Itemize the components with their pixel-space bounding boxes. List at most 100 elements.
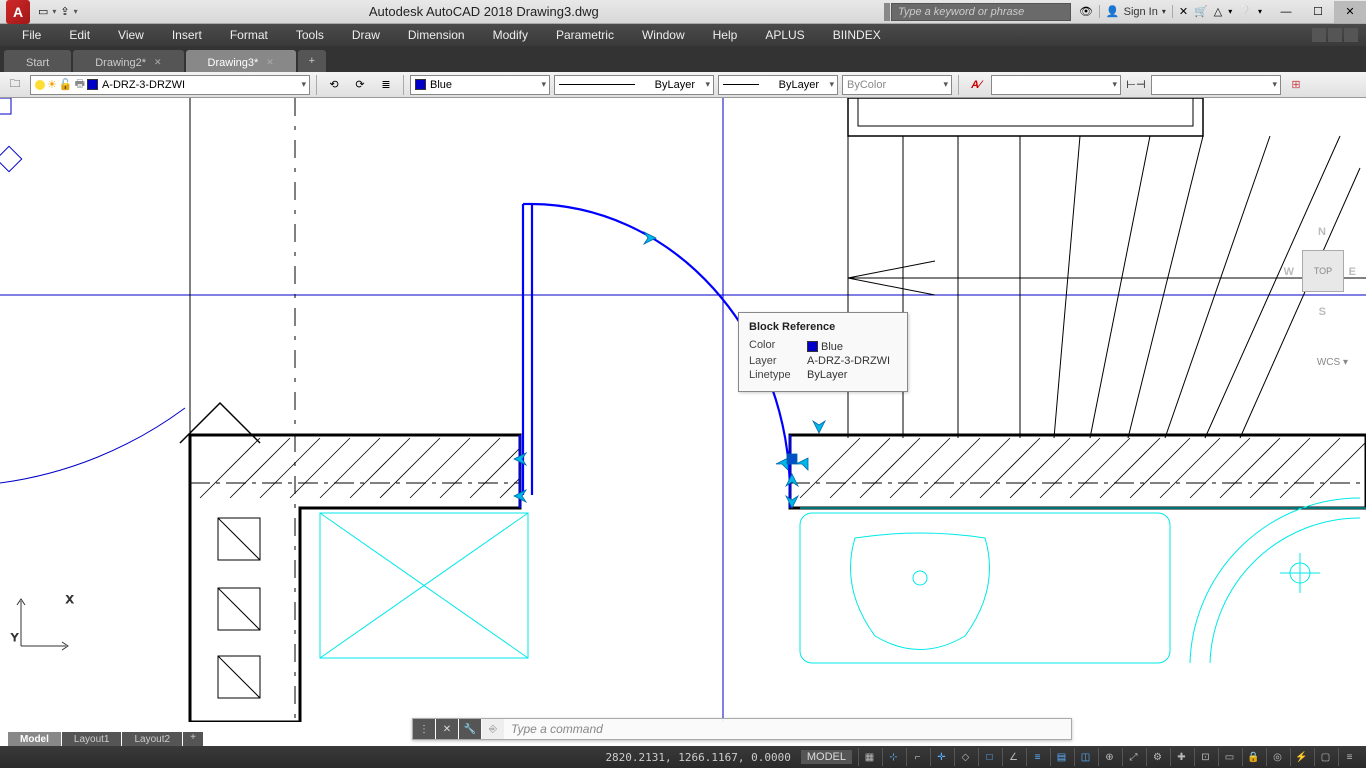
mdi-restore-icon[interactable]: [1328, 28, 1342, 42]
cleanscreen-icon[interactable]: ▢: [1314, 748, 1336, 766]
lineweight-select[interactable]: ByLayer: [718, 75, 838, 95]
workspace-icon[interactable]: ⚙: [1146, 748, 1168, 766]
color-swatch: [415, 79, 426, 90]
close-icon[interactable]: ✕: [154, 57, 162, 68]
bulb-icon: [35, 80, 45, 90]
properties-toolbar: 🗀 ☀ 🔓 🖶 A-DRZ-3-DRZWI ⟲ ⟳ ≣ Blue ByLayer…: [0, 72, 1366, 98]
help-search-input[interactable]: Type a keyword or phrase: [891, 3, 1071, 21]
maximize-button[interactable]: ☐: [1302, 1, 1334, 23]
binoculars-icon[interactable]: 👁: [1079, 5, 1093, 18]
signin-button[interactable]: 👤 Sign In ▾: [1099, 5, 1173, 18]
minimize-button[interactable]: —: [1270, 1, 1302, 23]
transparency-icon[interactable]: ▤: [1050, 748, 1072, 766]
menu-modify[interactable]: Modify: [479, 25, 542, 45]
line-sample-icon: [723, 84, 759, 85]
new-tab-button[interactable]: +: [298, 50, 326, 72]
otrack-icon[interactable]: ∠: [1002, 748, 1024, 766]
textstyle-icon[interactable]: A⁄: [965, 74, 987, 96]
coordinate-readout[interactable]: 2820.2131, 1266.1167, 0.0000: [605, 751, 790, 764]
command-line[interactable]: ⋮ ✕ 🔧 ⎆ Type a command: [412, 718, 1072, 740]
annoscale-icon[interactable]: ⤢: [1122, 748, 1144, 766]
tablestyle-icon[interactable]: ⊞: [1285, 74, 1307, 96]
sun-icon: ☀: [47, 78, 57, 91]
lock-icon: 🔓: [59, 78, 73, 91]
exchange-icon[interactable]: ✕: [1179, 5, 1188, 18]
dimstyle-icon[interactable]: ⊢⊣: [1125, 74, 1147, 96]
help-icon[interactable]: ❔: [1238, 5, 1252, 18]
hardware-icon[interactable]: ⚡: [1290, 748, 1312, 766]
app-logo[interactable]: A: [6, 0, 30, 24]
menu-dimension[interactable]: Dimension: [394, 25, 479, 45]
menu-edit[interactable]: Edit: [55, 25, 104, 45]
cmd-settings-icon[interactable]: 🔧: [459, 719, 481, 739]
cmd-close-icon[interactable]: ✕: [436, 719, 458, 739]
close-icon[interactable]: ✕: [266, 57, 274, 68]
menu-biindex[interactable]: BIINDEX: [819, 25, 895, 45]
title-bar: A ▭ ▾ ⇪ ▾ Autodesk AutoCAD 2018 Drawing3…: [0, 0, 1366, 24]
ortho-icon[interactable]: ⌐: [906, 748, 928, 766]
layer-select[interactable]: ☀ 🔓 🖶 A-DRZ-3-DRZWI: [30, 75, 310, 95]
units-icon[interactable]: ⊡: [1194, 748, 1216, 766]
drawing-canvas[interactable]: Y X N E S W TOP WCS ▾: [0, 98, 1366, 722]
layer-match-icon[interactable]: ⟲: [323, 74, 345, 96]
snap-icon[interactable]: ⊹: [882, 748, 904, 766]
menu-file[interactable]: File: [8, 25, 55, 45]
plotstyle-select[interactable]: ByColor: [842, 75, 952, 95]
cloud-icon[interactable]: △: [1214, 5, 1222, 18]
osnap-icon[interactable]: □: [978, 748, 1000, 766]
iso-icon[interactable]: ◇: [954, 748, 976, 766]
linetype-select[interactable]: ByLayer: [554, 75, 714, 95]
modelspace-toggle[interactable]: MODEL: [801, 750, 852, 764]
tab-start[interactable]: Start: [4, 50, 71, 72]
cycling-icon[interactable]: ◫: [1074, 748, 1096, 766]
menu-window[interactable]: Window: [628, 25, 699, 45]
layer-state-icon[interactable]: ≣: [375, 74, 397, 96]
mdi-minimize-icon[interactable]: [1312, 28, 1326, 42]
menu-tools[interactable]: Tools: [282, 25, 338, 45]
layer-prev-icon[interactable]: ⟳: [349, 74, 371, 96]
layer-manager-icon[interactable]: 🗀: [4, 74, 26, 96]
command-input[interactable]: Type a command: [505, 722, 609, 736]
plot-icon: 🖶: [75, 75, 85, 94]
menu-bar: File Edit View Insert Format Tools Draw …: [0, 24, 1366, 46]
color-select[interactable]: Blue: [410, 75, 550, 95]
annotation-icon[interactable]: ⊕: [1098, 748, 1120, 766]
menu-parametric[interactable]: Parametric: [542, 25, 628, 45]
annomonitor-icon[interactable]: ✚: [1170, 748, 1192, 766]
menu-view[interactable]: View: [104, 25, 158, 45]
search-handle-icon[interactable]: [884, 3, 890, 21]
isolate-icon[interactable]: ◎: [1266, 748, 1288, 766]
menu-aplus[interactable]: APLUS: [751, 25, 818, 45]
dimstyle-select[interactable]: [1151, 75, 1281, 95]
cmd-handle-icon[interactable]: ⋮: [413, 719, 435, 739]
qp-icon[interactable]: ▭: [1218, 748, 1240, 766]
mdi-close-icon[interactable]: [1344, 28, 1358, 42]
tab-drawing2[interactable]: Drawing2*✕: [73, 50, 183, 72]
window-title: Autodesk AutoCAD 2018 Drawing3.dwg: [84, 4, 884, 19]
qat-dropdown-icon[interactable]: ▾: [52, 7, 56, 16]
lineweight-icon[interactable]: ≡: [1026, 748, 1048, 766]
menu-draw[interactable]: Draw: [338, 25, 394, 45]
tab-drawing3[interactable]: Drawing3*✕: [186, 50, 296, 72]
grid-icon[interactable]: ▦: [858, 748, 880, 766]
cmd-prompt-icon: ⎆: [482, 719, 504, 739]
textstyle-select[interactable]: [991, 75, 1121, 95]
customize-icon[interactable]: ≡: [1338, 748, 1360, 766]
close-button[interactable]: ✕: [1334, 1, 1366, 23]
menu-help[interactable]: Help: [699, 25, 752, 45]
lock-ui-icon[interactable]: 🔒: [1242, 748, 1264, 766]
line-sample-icon: [559, 84, 635, 85]
qat-share-icon[interactable]: ⇪: [60, 5, 69, 18]
document-tabs: Start Drawing2*✕ Drawing3*✕ +: [0, 46, 1366, 72]
polar-icon[interactable]: ✛: [930, 748, 952, 766]
menu-format[interactable]: Format: [216, 25, 282, 45]
status-bar: 2820.2131, 1266.1167, 0.0000 MODEL ▦ ⊹ ⌐…: [0, 746, 1366, 768]
color-swatch-blue: [87, 79, 98, 90]
qat-dropdown2-icon[interactable]: ▾: [74, 7, 78, 16]
cart-icon[interactable]: 🛒: [1194, 5, 1208, 18]
menu-insert[interactable]: Insert: [158, 25, 216, 45]
chevron-down-icon: ▾: [1162, 7, 1166, 16]
entity-tooltip: Block Reference ColorBlue LayerA-DRZ-3-D…: [738, 312, 908, 392]
qat-icon[interactable]: ▭: [38, 5, 48, 18]
user-icon: 👤: [1106, 5, 1120, 18]
